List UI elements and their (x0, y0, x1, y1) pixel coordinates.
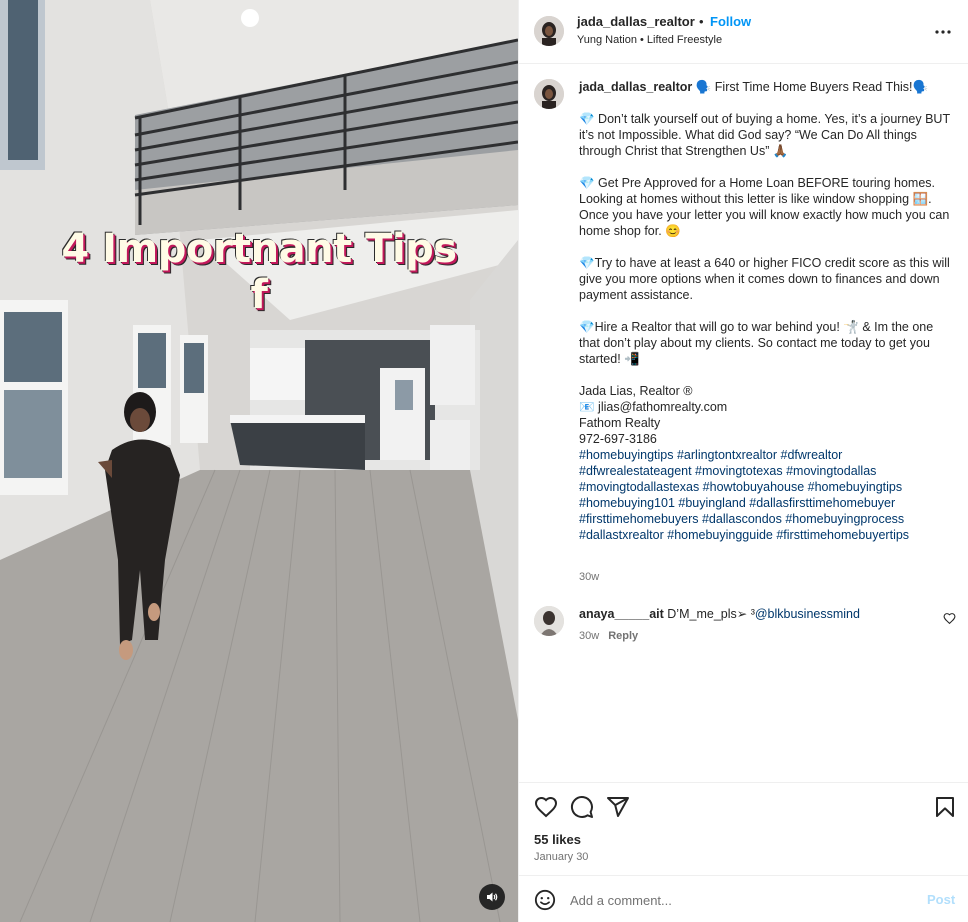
audio-track-link[interactable]: Yung Nation • Lifted Freestyle (577, 34, 722, 46)
more-options-icon[interactable] (933, 22, 953, 42)
commenter-username-link[interactable]: anaya_____ait (579, 607, 664, 621)
emoji-picker-icon[interactable] (534, 889, 556, 911)
instagram-post-modal: 4 Importnant Tips f jada_dallas_realtor … (0, 0, 968, 922)
like-heart-icon[interactable] (534, 795, 558, 819)
post-header: jada_dallas_realtor • Follow Yung Nation… (519, 0, 968, 64)
speaker-icon (487, 892, 498, 902)
comment-timestamp[interactable]: 30w (579, 630, 599, 642)
audio-toggle-button[interactable] (479, 884, 505, 910)
share-send-icon[interactable] (606, 795, 630, 819)
overlay-title-line2: f (250, 272, 268, 318)
post-date[interactable]: January 30 (534, 851, 588, 863)
add-comment-bar: Post (519, 875, 968, 922)
comment-text: D’M_me_pls➢ ³ (667, 607, 755, 621)
caption-username-link[interactable]: jada_dallas_realtor (579, 80, 692, 94)
follow-button[interactable]: Follow (710, 14, 751, 29)
post-details-panel: jada_dallas_realtor • Follow Yung Nation… (518, 0, 968, 922)
comment-item: anaya_____ait D’M_me_pls➢ ³@blkbusinessm… (579, 606, 919, 622)
post-caption: jada_dallas_realtor 🗣️ First Time Home B… (579, 79, 951, 543)
comment-like-heart-icon[interactable] (943, 612, 956, 625)
commenter-avatar[interactable] (534, 606, 564, 636)
caption-timestamp[interactable]: 30w (579, 571, 599, 583)
author-avatar[interactable] (534, 16, 564, 46)
overlay-title-line1: 4 Importnant Tips (61, 226, 457, 272)
caption-author-avatar[interactable] (534, 79, 564, 109)
likes-count[interactable]: 55 likes (534, 832, 581, 847)
post-comment-button[interactable]: Post (927, 892, 955, 907)
video-caption-overlay: 4 Importnant Tips f (0, 226, 518, 318)
caption-body: 🗣️ First Time Home Buyers Read This!🗣️ 💎… (579, 80, 950, 446)
save-bookmark-icon[interactable] (933, 795, 957, 819)
video-frame-room (0, 0, 518, 922)
post-video[interactable]: 4 Importnant Tips f (0, 0, 518, 922)
post-actions-section: 55 likes January 30 Post (519, 782, 968, 922)
reply-button[interactable]: Reply (608, 630, 638, 642)
caption-hashtags[interactable]: #homebuyingtips #arlingtontxrealtor #dfw… (579, 448, 909, 542)
separator-dot: • (699, 14, 704, 29)
comment-mention-link[interactable]: @blkbusinessmind (755, 607, 860, 621)
comment-meta: 30w Reply (579, 630, 638, 642)
comments-scroll-area[interactable]: jada_dallas_realtor 🗣️ First Time Home B… (519, 65, 968, 781)
comment-bubble-icon[interactable] (570, 795, 594, 819)
comment-input[interactable] (570, 890, 910, 910)
author-username-link[interactable]: jada_dallas_realtor (577, 14, 695, 29)
